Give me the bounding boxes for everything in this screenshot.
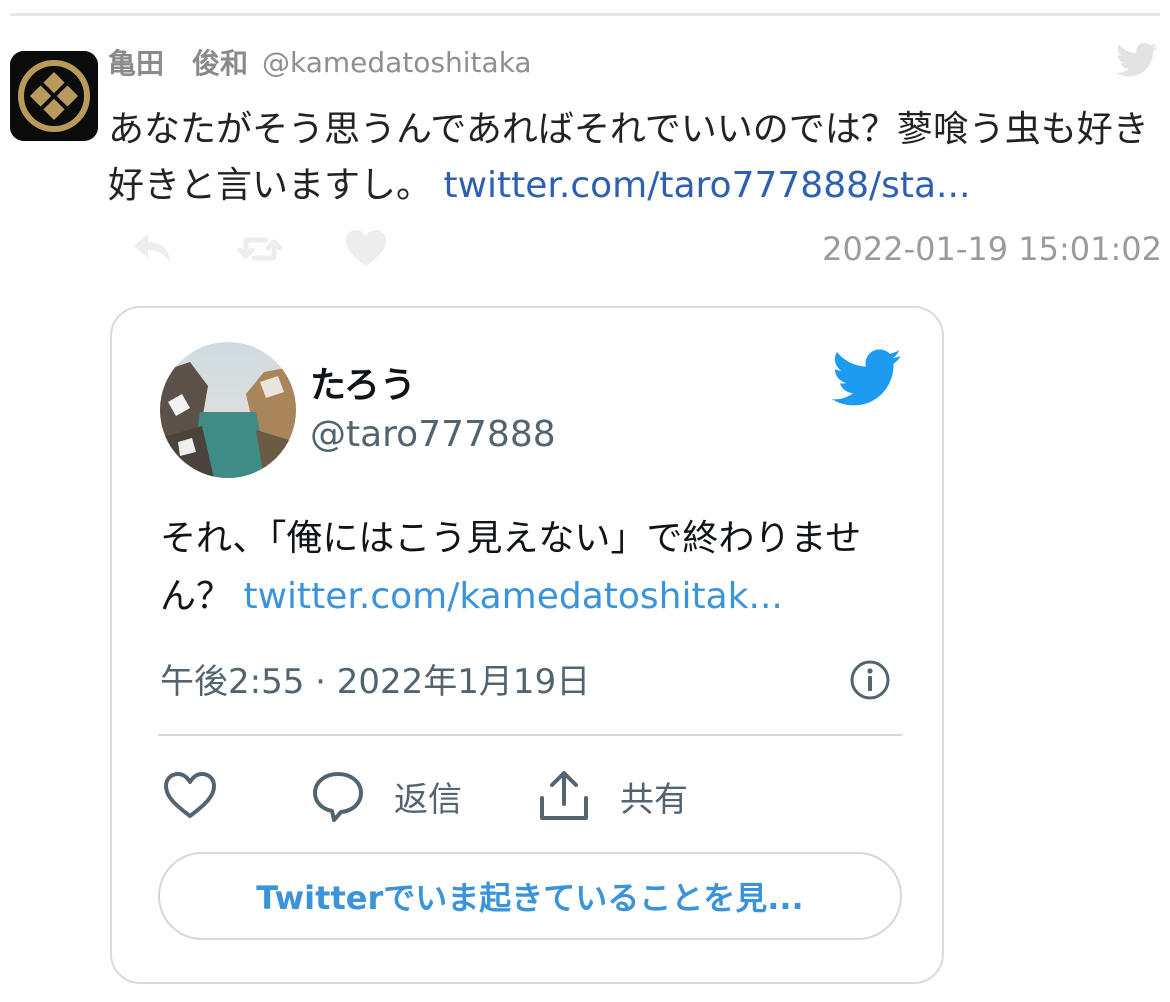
tweet-text: あなたがそう思うんであればそれでいいのでは？蓼喰う虫も好き好きと言いますし。 t… (108, 102, 1153, 214)
tweet-timestamp: 2022-01-19 15:01:02 (822, 230, 1162, 268)
embedded-tweet-card[interactable]: たろう @taro777888 それ、「俺にはこう見えない」で終わりません？ t… (110, 306, 944, 984)
embed-author-name[interactable]: たろう (310, 356, 416, 408)
family-crest-avatar[interactable] (10, 51, 98, 141)
see-whats-happening-button[interactable]: Twitterでいま起きていることを見... (158, 852, 902, 940)
reply-icon[interactable] (128, 226, 176, 272)
twitter-bird-icon[interactable] (832, 348, 902, 408)
twitter-bird-icon (1116, 42, 1158, 77)
embed-timestamp[interactable]: 午後2:55 · 2022年1月19日 (160, 654, 590, 703)
embed-actions: 返信 共有 (160, 766, 900, 826)
retweet-icon[interactable] (236, 226, 284, 272)
embed-tweet-link[interactable]: twitter.com/kamedatoshitak... (243, 576, 782, 617)
share-icon (540, 771, 588, 820)
author-name[interactable]: 亀田 俊和 (108, 42, 248, 82)
author-handle[interactable]: @kamedatoshitaka (262, 46, 532, 79)
landscape-avatar[interactable] (160, 342, 296, 478)
info-icon[interactable] (848, 658, 892, 702)
heart-outline-icon (164, 772, 216, 818)
reply-button[interactable]: 返信 (310, 766, 462, 826)
top-divider (10, 13, 1160, 16)
share-button[interactable]: 共有 (536, 766, 688, 826)
like-button[interactable] (160, 766, 220, 826)
embed-tweet-text: それ、「俺にはこう見えない」で終わりません？ twitter.com/kamed… (160, 510, 920, 626)
embed-divider (158, 734, 902, 736)
heart-icon[interactable] (342, 226, 390, 272)
tweet-header: 亀田 俊和 @kamedatoshitaka (108, 40, 532, 84)
share-label: 共有 (620, 779, 688, 820)
embed-author-handle[interactable]: @taro777888 (310, 414, 556, 455)
speech-bubble-icon (313, 772, 363, 822)
reply-label: 返信 (394, 779, 462, 820)
tweet-actions (128, 226, 398, 276)
tweet-link[interactable]: twitter.com/taro777888/sta... (443, 165, 970, 206)
